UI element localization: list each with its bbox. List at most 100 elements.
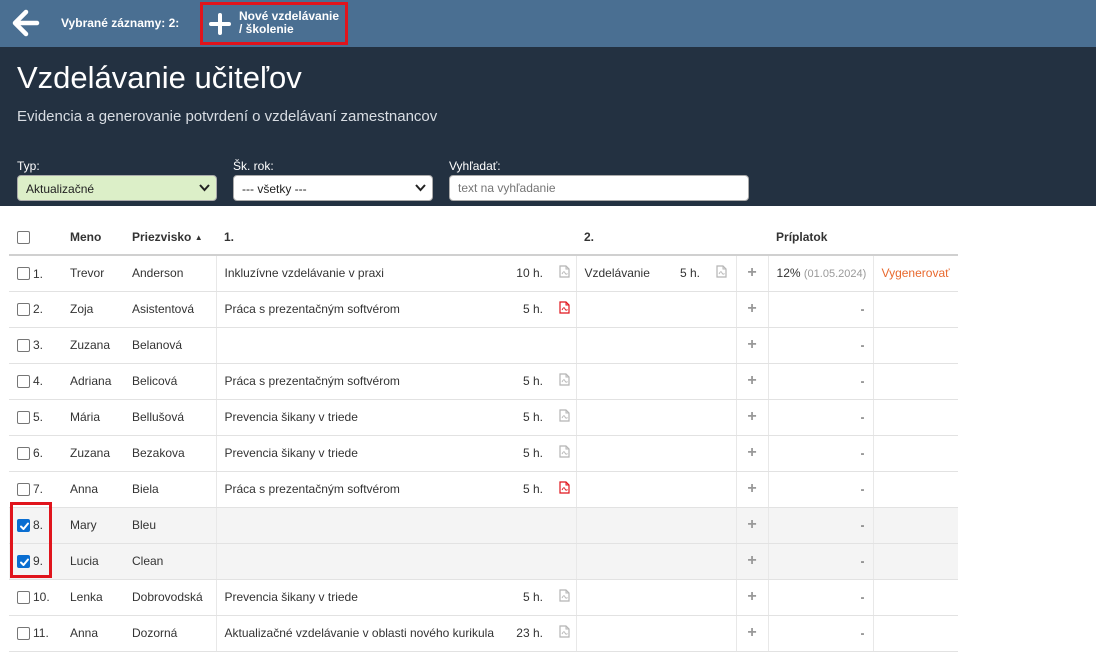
- cell-hours-1: 5 h.: [506, 291, 551, 328]
- row-number: 7.: [33, 482, 44, 497]
- row-number: 5.: [33, 410, 44, 425]
- select-all-checkbox[interactable]: [17, 230, 30, 244]
- cell-priplatok: -: [767, 327, 874, 364]
- table-row: 1. Trevor Anderson Inkluzívne vzdelávanie v…: [9, 255, 959, 292]
- cell-hours-2: [666, 327, 708, 364]
- cell-hours-1: 5 h.: [506, 435, 551, 472]
- pdf-file-icon[interactable]: [716, 265, 727, 281]
- row-select-cell: 8.: [9, 507, 62, 544]
- row-checkbox[interactable]: [17, 590, 30, 604]
- priplatok-percent: -: [860, 626, 865, 640]
- add-training-button[interactable]: +: [735, 507, 769, 544]
- row-checkbox[interactable]: [17, 446, 30, 460]
- cell-training-2: [575, 471, 666, 508]
- cell-training-2: [575, 291, 666, 328]
- cell-training-1: Prevencia šikany v triede: [215, 399, 506, 436]
- school-year-filter-label: Šk. rok:: [233, 159, 274, 173]
- school-year-filter-select[interactable]: --- všetky ---: [233, 175, 433, 201]
- add-training-button[interactable]: +: [735, 399, 769, 436]
- row-checkbox[interactable]: [17, 302, 30, 316]
- back-arrow-icon[interactable]: [12, 9, 40, 37]
- add-training-button[interactable]: +: [735, 471, 769, 508]
- row-checkbox[interactable]: [17, 374, 30, 388]
- pdf-file-icon[interactable]: [559, 589, 570, 605]
- row-checkbox[interactable]: [17, 518, 30, 532]
- add-training-button[interactable]: +: [735, 435, 769, 472]
- cell-priplatok: -: [767, 471, 874, 508]
- column-header-priplatok: Príplatok: [768, 219, 959, 256]
- cell-pdf-1: [551, 363, 576, 400]
- cell-training-2: [575, 435, 666, 472]
- cell-meno: Zoja: [62, 291, 124, 328]
- search-input[interactable]: [449, 175, 749, 201]
- cell-meno: Zuzana: [62, 327, 124, 364]
- row-select-cell: 3.: [9, 327, 62, 364]
- add-training-button[interactable]: +: [735, 255, 769, 292]
- row-number: 9.: [33, 554, 44, 569]
- cell-priplatok: 12% (01.05.2024): [767, 255, 874, 292]
- cell-hours-1: 5 h.: [506, 579, 551, 616]
- pdf-file-icon[interactable]: [559, 445, 570, 461]
- add-training-button[interactable]: +: [735, 543, 769, 580]
- cell-priezvisko: Bellušová: [124, 399, 216, 436]
- row-number: 6.: [33, 446, 44, 461]
- cell-priplatok: -: [767, 579, 874, 616]
- cell-training-1: Prevencia šikany v triede: [215, 435, 506, 472]
- type-filter-label: Typ:: [17, 159, 40, 173]
- table-row: 3. Zuzana Belanová + -: [9, 327, 959, 364]
- table-row: 4. Adriana Belicová Práca s prezentačným so…: [9, 363, 959, 400]
- cell-hours-2: [666, 471, 708, 508]
- cell-pdf-1: [551, 435, 576, 472]
- column-header-first-training: 1.: [216, 219, 576, 256]
- row-number: 2.: [33, 302, 44, 317]
- generate-link[interactable]: Vygenerovať: [882, 266, 950, 280]
- cell-pdf-1: [551, 399, 576, 436]
- cell-training-2: Vzdelávanie: [575, 255, 666, 292]
- row-checkbox[interactable]: [17, 410, 30, 424]
- row-select-cell: 6.: [9, 435, 62, 472]
- cell-meno: Anna: [62, 471, 124, 508]
- row-checkbox[interactable]: [17, 554, 30, 568]
- row-checkbox[interactable]: [17, 626, 30, 640]
- cell-hours-2: [666, 579, 708, 616]
- cell-priplatok: -: [767, 615, 874, 652]
- column-header-meno[interactable]: Meno: [62, 219, 124, 256]
- priplatok-percent: -: [860, 302, 865, 316]
- row-checkbox[interactable]: [17, 267, 30, 281]
- plus-icon: [209, 13, 231, 35]
- column-header-priezvisko[interactable]: Priezvisko ▲: [124, 219, 216, 256]
- cell-priezvisko: Belanová: [124, 327, 216, 364]
- cell-action: [872, 399, 959, 436]
- cell-training-1: Aktualizačné vzdelávanie v oblasti novéh…: [215, 615, 506, 652]
- add-training-button[interactable]: +: [735, 579, 769, 616]
- priplatok-percent: 12%: [776, 266, 801, 281]
- pdf-file-icon[interactable]: [559, 301, 570, 317]
- cell-hours-2: [666, 291, 708, 328]
- cell-priezvisko: Biela: [124, 471, 216, 508]
- row-select-cell: 11.: [9, 615, 62, 652]
- pdf-file-icon[interactable]: [559, 409, 570, 425]
- cell-training-2: [575, 399, 666, 436]
- add-training-button[interactable]: +: [735, 327, 769, 364]
- row-checkbox[interactable]: [17, 338, 30, 352]
- cell-action: [872, 615, 959, 652]
- table-row: 11. Anna Dozorná Aktualizačné vzdelávanie v…: [9, 615, 959, 652]
- pdf-file-icon[interactable]: [559, 265, 570, 281]
- page-title: Vzdelávanie učiteľov: [17, 60, 302, 95]
- cell-pdf-1: [551, 327, 576, 364]
- new-training-button[interactable]: Nové vzdelávanie / školenie: [200, 2, 348, 45]
- add-training-button[interactable]: +: [735, 615, 769, 652]
- cell-pdf-1: [551, 507, 576, 544]
- pdf-file-icon[interactable]: [559, 625, 570, 641]
- pdf-file-icon[interactable]: [559, 373, 570, 389]
- column-header-meno-label: Meno: [70, 229, 102, 244]
- cell-hours-2: [666, 363, 708, 400]
- cell-training-1: [215, 327, 506, 364]
- column-header-second-training: 2.: [576, 219, 769, 256]
- pdf-file-icon[interactable]: [559, 481, 570, 497]
- add-training-button[interactable]: +: [735, 291, 769, 328]
- type-filter-select[interactable]: Aktualizačné: [17, 175, 217, 201]
- row-checkbox[interactable]: [17, 482, 30, 496]
- add-training-button[interactable]: +: [735, 363, 769, 400]
- cell-action: [872, 291, 959, 328]
